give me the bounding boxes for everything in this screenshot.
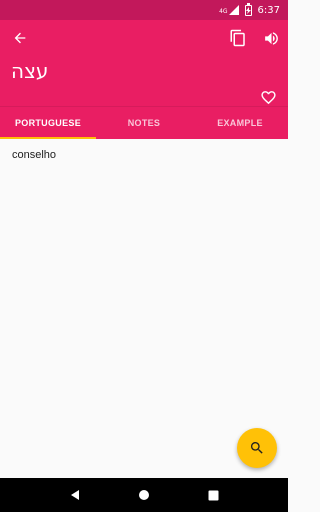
speak-button[interactable] bbox=[259, 26, 283, 50]
battery-icon bbox=[244, 2, 252, 16]
network-label: 4G bbox=[219, 8, 228, 15]
status-time: 6:37 bbox=[257, 4, 280, 16]
nav-home-icon[interactable] bbox=[138, 489, 150, 501]
search-button[interactable] bbox=[237, 428, 277, 468]
favorite-button[interactable] bbox=[256, 86, 280, 108]
back-arrow-icon bbox=[14, 32, 26, 44]
tab-notes[interactable]: NOTES bbox=[96, 107, 192, 139]
copy-icon bbox=[230, 29, 245, 47]
copy-button[interactable] bbox=[226, 26, 250, 50]
translation-panel: conselho bbox=[0, 139, 288, 478]
search-icon bbox=[251, 442, 263, 454]
signal-icon: 4G bbox=[219, 5, 239, 15]
volume-icon bbox=[264, 31, 278, 45]
word-title: עצה bbox=[11, 59, 49, 83]
tab-example[interactable]: EXAMPLE bbox=[192, 107, 288, 139]
app-bar: עצה bbox=[0, 20, 288, 106]
heart-icon bbox=[260, 90, 276, 104]
tab-portuguese[interactable]: PORTUGUESE bbox=[0, 107, 96, 139]
translation-text: conselho bbox=[12, 149, 57, 161]
back-button[interactable] bbox=[8, 26, 32, 50]
nav-back-icon[interactable] bbox=[69, 489, 81, 501]
nav-recents-icon[interactable] bbox=[208, 490, 219, 501]
status-bar: 4G 6:37 bbox=[0, 0, 288, 20]
tab-bar: PORTUGUESE NOTES EXAMPLE bbox=[0, 106, 288, 139]
system-nav-bar bbox=[0, 478, 288, 512]
